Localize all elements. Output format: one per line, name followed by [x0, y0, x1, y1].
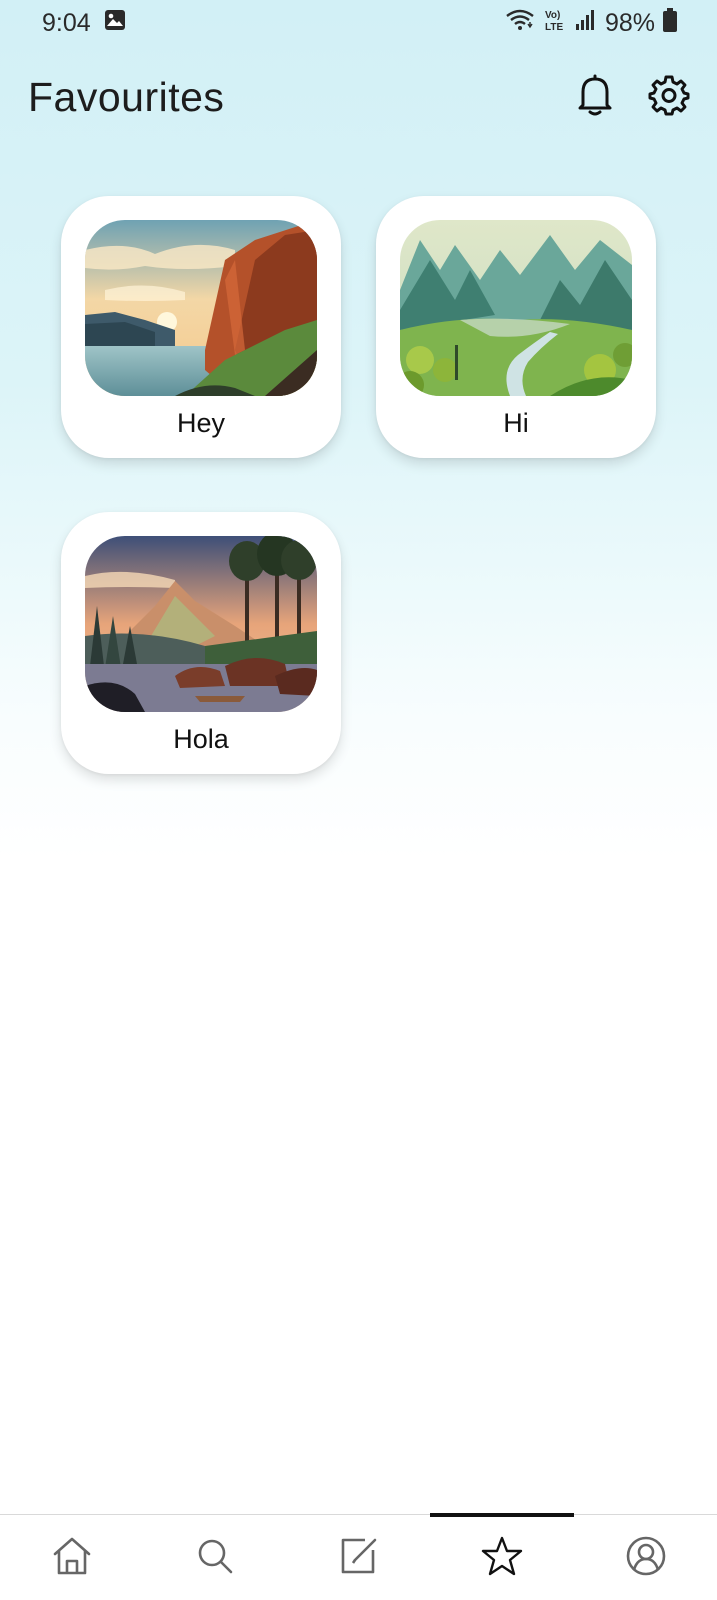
- favourite-image-hey: [85, 220, 317, 396]
- bell-icon: [575, 73, 615, 122]
- app-header: Favourites: [0, 60, 717, 134]
- search-icon: [196, 1537, 234, 1580]
- gallery-notification-icon: [103, 8, 127, 39]
- favourite-card-hey[interactable]: Hey: [61, 196, 341, 458]
- edit-icon: [339, 1536, 379, 1581]
- favourite-label: Hola: [173, 724, 229, 754]
- svg-text:LTE: LTE: [545, 22, 563, 32]
- battery-level: 98%: [604, 8, 655, 37]
- favourite-card-hola[interactable]: Hola: [61, 512, 341, 774]
- favourite-card-hi[interactable]: Hi: [376, 196, 656, 458]
- nav-profile[interactable]: [574, 1515, 717, 1600]
- favourite-image-hola: [85, 536, 317, 712]
- nav-favourites[interactable]: [430, 1515, 573, 1600]
- battery-icon: [663, 7, 677, 39]
- favourite-image-hi: [400, 220, 632, 396]
- volte-icon: Vo) LTE: [543, 8, 567, 39]
- svg-text:Vo): Vo): [545, 10, 560, 21]
- wifi-icon: [505, 9, 535, 38]
- favourite-label: Hey: [176, 408, 225, 438]
- signal-icon: [575, 9, 597, 38]
- status-time: 9:04: [42, 8, 91, 37]
- bottom-navigation: [0, 1513, 717, 1600]
- status-bar: 9:04 Vo) LTE 98%: [0, 0, 717, 46]
- nav-search[interactable]: [143, 1515, 286, 1600]
- settings-button[interactable]: [647, 75, 691, 119]
- notifications-button[interactable]: [573, 73, 617, 122]
- nav-home[interactable]: [0, 1515, 143, 1600]
- gear-icon: [648, 74, 690, 121]
- favourite-label: Hi: [503, 408, 529, 438]
- profile-icon: [625, 1535, 667, 1582]
- star-icon: [481, 1535, 523, 1582]
- nav-compose[interactable]: [287, 1515, 430, 1600]
- page-title: Favourites: [28, 73, 225, 120]
- home-icon: [51, 1535, 93, 1582]
